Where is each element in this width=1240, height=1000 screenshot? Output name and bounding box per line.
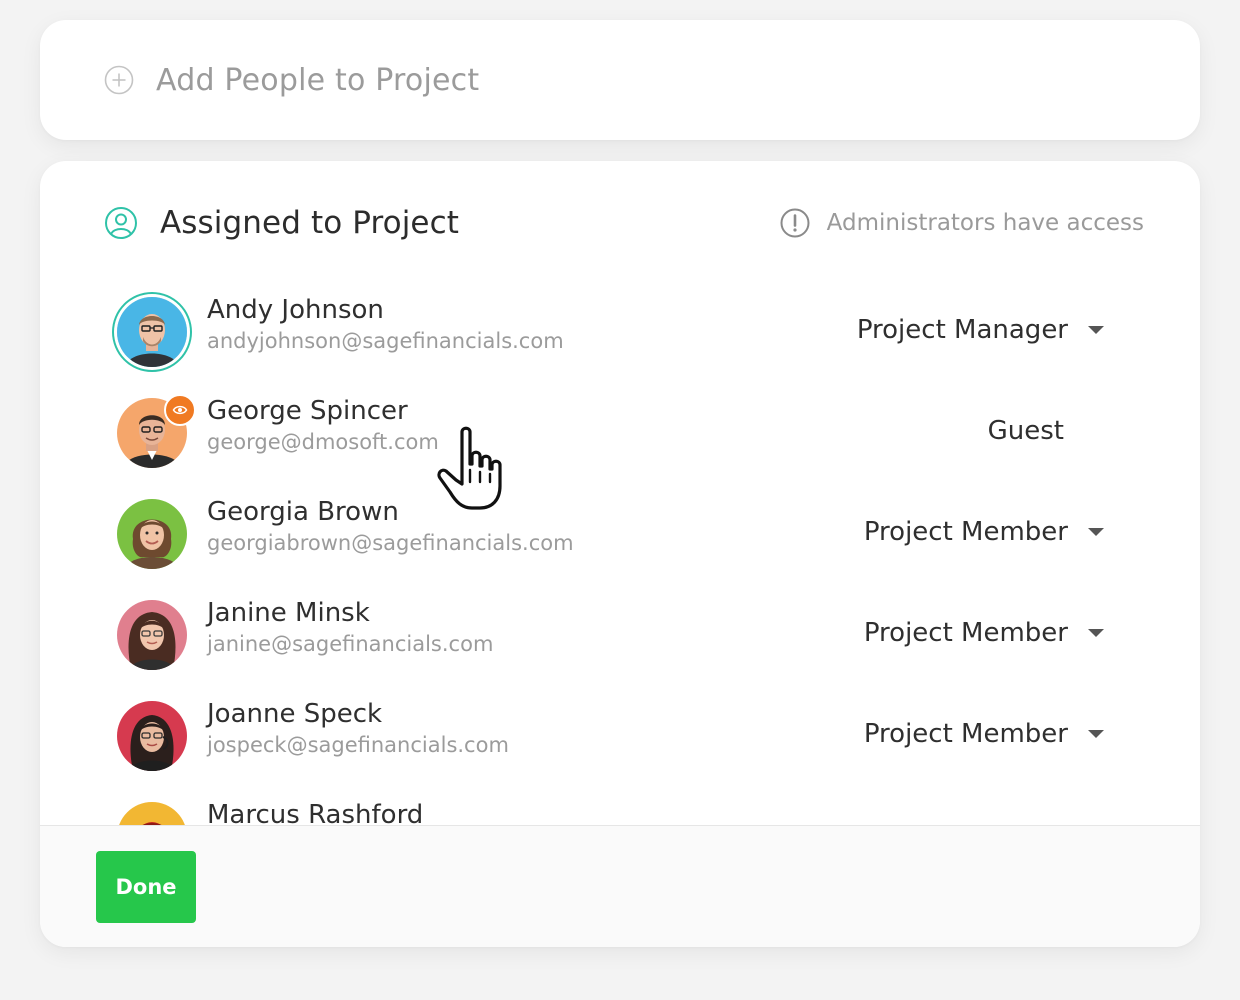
role-label: Project Manager xyxy=(856,315,1068,345)
person-email: jospeck@sagefinancials.com xyxy=(207,733,509,757)
avatar xyxy=(117,499,187,569)
list-item: Janine Minsk janine@sagefinancials.com P… xyxy=(40,598,1200,690)
role-dropdown[interactable]: Project Member xyxy=(864,517,1104,547)
assigned-card: Assigned to Project Administrators have … xyxy=(40,161,1200,947)
list-item: George Spincer george@dmosoft.com Guest xyxy=(40,394,1200,488)
caret-down-icon xyxy=(1088,528,1104,536)
role-static: Guest xyxy=(988,416,1064,446)
caret-down-icon xyxy=(1088,326,1104,334)
alert-circle-icon xyxy=(780,208,810,238)
avatar xyxy=(117,701,187,771)
plus-circle-icon xyxy=(104,65,134,95)
role-label: Project Member xyxy=(863,618,1068,648)
role-label: Project Member xyxy=(863,517,1068,547)
person-email: georgiabrown@sagefinancials.com xyxy=(207,531,574,555)
add-people-label: Add People to Project xyxy=(156,62,480,98)
done-button[interactable]: Done xyxy=(96,851,196,923)
avatar xyxy=(117,802,187,826)
avatar xyxy=(117,297,187,367)
caret-down-icon xyxy=(1088,730,1104,738)
avatar xyxy=(117,600,187,670)
person-name: Janine Minsk xyxy=(207,598,370,628)
user-circle-icon xyxy=(105,207,137,239)
person-name: Marcus Rashford xyxy=(207,800,424,826)
person-email: andyjohnson@sagefinancials.com xyxy=(207,329,564,353)
footer-bar: Done xyxy=(40,825,1200,947)
person-name: Andy Johnson xyxy=(207,295,384,325)
list-item: Marcus Rashford xyxy=(40,800,1200,826)
list-item: Andy Johnson andyjohnson@sagefinancials.… xyxy=(40,295,1200,387)
person-name: Georgia Brown xyxy=(207,497,399,527)
assigned-header: Assigned to Project Administrators have … xyxy=(104,203,1144,243)
role-dropdown[interactable]: Project Member xyxy=(864,618,1104,648)
people-list[interactable]: Andy Johnson andyjohnson@sagefinancials.… xyxy=(40,261,1200,826)
role-label: Guest xyxy=(987,416,1064,446)
role-dropdown[interactable]: Project Manager xyxy=(857,315,1104,345)
list-item: Joanne Speck jospeck@sagefinancials.com … xyxy=(40,699,1200,791)
person-name: Joanne Speck xyxy=(207,699,383,729)
add-people-card: Add People to Project xyxy=(40,20,1200,140)
person-name: George Spincer xyxy=(207,396,408,426)
admin-access-note: Administrators have access xyxy=(826,210,1144,236)
list-item: Georgia Brown georgiabrown@sagefinancial… xyxy=(40,497,1200,589)
person-email: janine@sagefinancials.com xyxy=(207,632,494,656)
assigned-title: Assigned to Project xyxy=(160,205,459,241)
person-email: george@dmosoft.com xyxy=(207,430,439,454)
caret-down-icon xyxy=(1088,629,1104,637)
role-label: Project Member xyxy=(863,719,1068,749)
add-people-button[interactable]: Add People to Project xyxy=(104,20,479,140)
eye-icon xyxy=(164,394,196,426)
role-dropdown[interactable]: Project Member xyxy=(864,719,1104,749)
